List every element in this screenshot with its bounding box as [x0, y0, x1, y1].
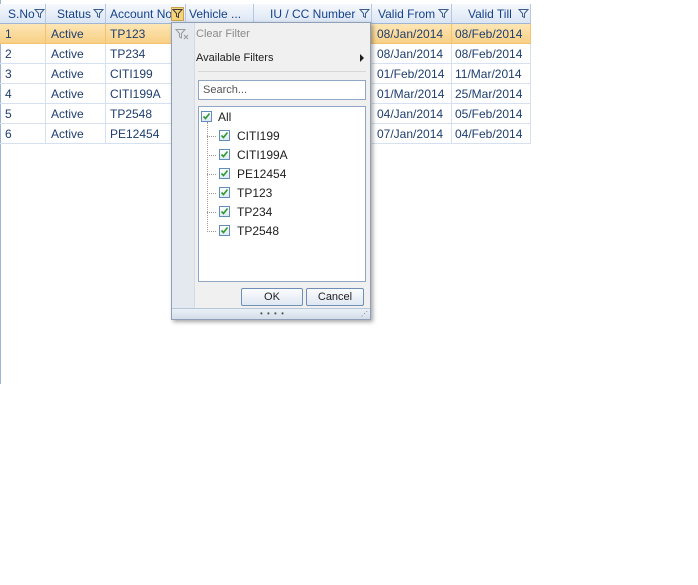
column-header-label: S.No [8, 7, 35, 21]
cell-sno: 5 [0, 104, 46, 124]
column-header-vehicle[interactable]: Vehicle ... [186, 4, 254, 24]
column-header-label: Vehicle ... [189, 7, 242, 21]
cell-sno: 1 [0, 24, 46, 44]
column-header-label: Status [57, 7, 92, 21]
cell-valid-till: 05/Feb/2014 [452, 104, 531, 124]
tree-line [207, 136, 216, 137]
cell-valid-from: 01/Feb/2014 [372, 64, 452, 84]
funnel-icon-active[interactable] [171, 7, 184, 21]
resize-grip[interactable]: • • • • ⋰ [172, 308, 370, 319]
checkbox-checked-icon[interactable] [201, 111, 212, 122]
filter-value-label: TP2548 [237, 224, 280, 238]
column-header-label: Account No [110, 7, 173, 21]
ok-button[interactable]: OK [241, 288, 303, 306]
grip-dots: • • • • [260, 309, 285, 318]
cell-sno: 3 [0, 64, 46, 84]
checkbox-checked-icon[interactable] [219, 206, 230, 217]
cell-valid-from: 08/Jan/2014 [372, 44, 452, 64]
column-header-status[interactable]: Status [46, 4, 106, 24]
cell-valid-till: 08/Feb/2014 [452, 24, 531, 44]
cell-valid-till: 25/Mar/2014 [452, 84, 531, 104]
filter-value-label: All [218, 110, 232, 124]
cell-valid-from: 07/Jan/2014 [372, 124, 452, 144]
cell-status: Active [46, 64, 106, 84]
filter-value-label: TP123 [237, 186, 273, 200]
tree-line [207, 193, 216, 194]
checkbox-checked-icon[interactable] [219, 149, 230, 160]
submenu-arrow-icon [360, 54, 364, 62]
column-header-account-no[interactable]: Account No [106, 4, 186, 24]
column-header-valid-till[interactable]: Valid Till [452, 4, 531, 24]
cell-sno: 4 [0, 84, 46, 104]
cancel-button[interactable]: Cancel [306, 288, 364, 306]
checkbox-checked-icon[interactable] [219, 187, 230, 198]
cell-valid-from: 08/Jan/2014 [372, 24, 452, 44]
filter-values-tree: All CITI199 CITI199A PE12454 TP123 TP234 [198, 106, 366, 282]
column-header-label: Valid Till [468, 7, 512, 21]
funnel-icon[interactable] [518, 8, 529, 19]
menu-icon-strip [172, 23, 195, 309]
available-filters-menu-item[interactable]: Available Filters [196, 48, 273, 68]
menu-separator [198, 71, 366, 72]
column-header-valid-from[interactable]: Valid From [372, 4, 452, 24]
cell-status: Active [46, 24, 106, 44]
tree-line [207, 231, 216, 232]
clear-filter-menu-item[interactable]: Clear Filter [196, 24, 250, 44]
tree-line [207, 212, 216, 213]
checkbox-checked-icon[interactable] [219, 168, 230, 179]
checkbox-checked-icon[interactable] [219, 225, 230, 236]
clear-filter-icon [174, 28, 189, 43]
cell-sno: 6 [0, 124, 46, 144]
cell-valid-till: 04/Feb/2014 [452, 124, 531, 144]
column-header-label: IU / CC Number [270, 7, 356, 21]
column-header-sno[interactable]: S.No [0, 4, 46, 24]
funnel-icon[interactable] [34, 8, 45, 19]
search-input[interactable] [198, 80, 366, 100]
cell-status: Active [46, 124, 106, 144]
cell-status: Active [46, 84, 106, 104]
column-header-label: Valid From [378, 7, 436, 21]
funnel-icon[interactable] [359, 8, 370, 19]
filter-value-label: CITI199 [237, 129, 280, 143]
cell-valid-from: 04/Jan/2014 [372, 104, 452, 124]
cell-valid-from: 01/Mar/2014 [372, 84, 452, 104]
tree-line [207, 155, 216, 156]
filter-popup: Clear Filter Available Filters All CITI1… [171, 22, 371, 320]
filter-value-label: PE12454 [237, 167, 287, 181]
cell-valid-till: 11/Mar/2014 [452, 64, 531, 84]
cell-status: Active [46, 104, 106, 124]
tree-line [207, 174, 216, 175]
filter-value-label: TP234 [237, 205, 273, 219]
resize-corner-icon[interactable]: ⋰ [361, 311, 368, 318]
cell-status: Active [46, 44, 106, 64]
cell-sno: 2 [0, 44, 46, 64]
funnel-icon[interactable] [93, 8, 104, 19]
cell-valid-till: 08/Feb/2014 [452, 44, 531, 64]
funnel-icon[interactable] [438, 8, 449, 19]
column-header-iu-cc-number[interactable]: IU / CC Number [254, 4, 372, 24]
filter-value-label: CITI199A [237, 148, 288, 162]
tree-line [207, 122, 208, 230]
checkbox-checked-icon[interactable] [219, 130, 230, 141]
